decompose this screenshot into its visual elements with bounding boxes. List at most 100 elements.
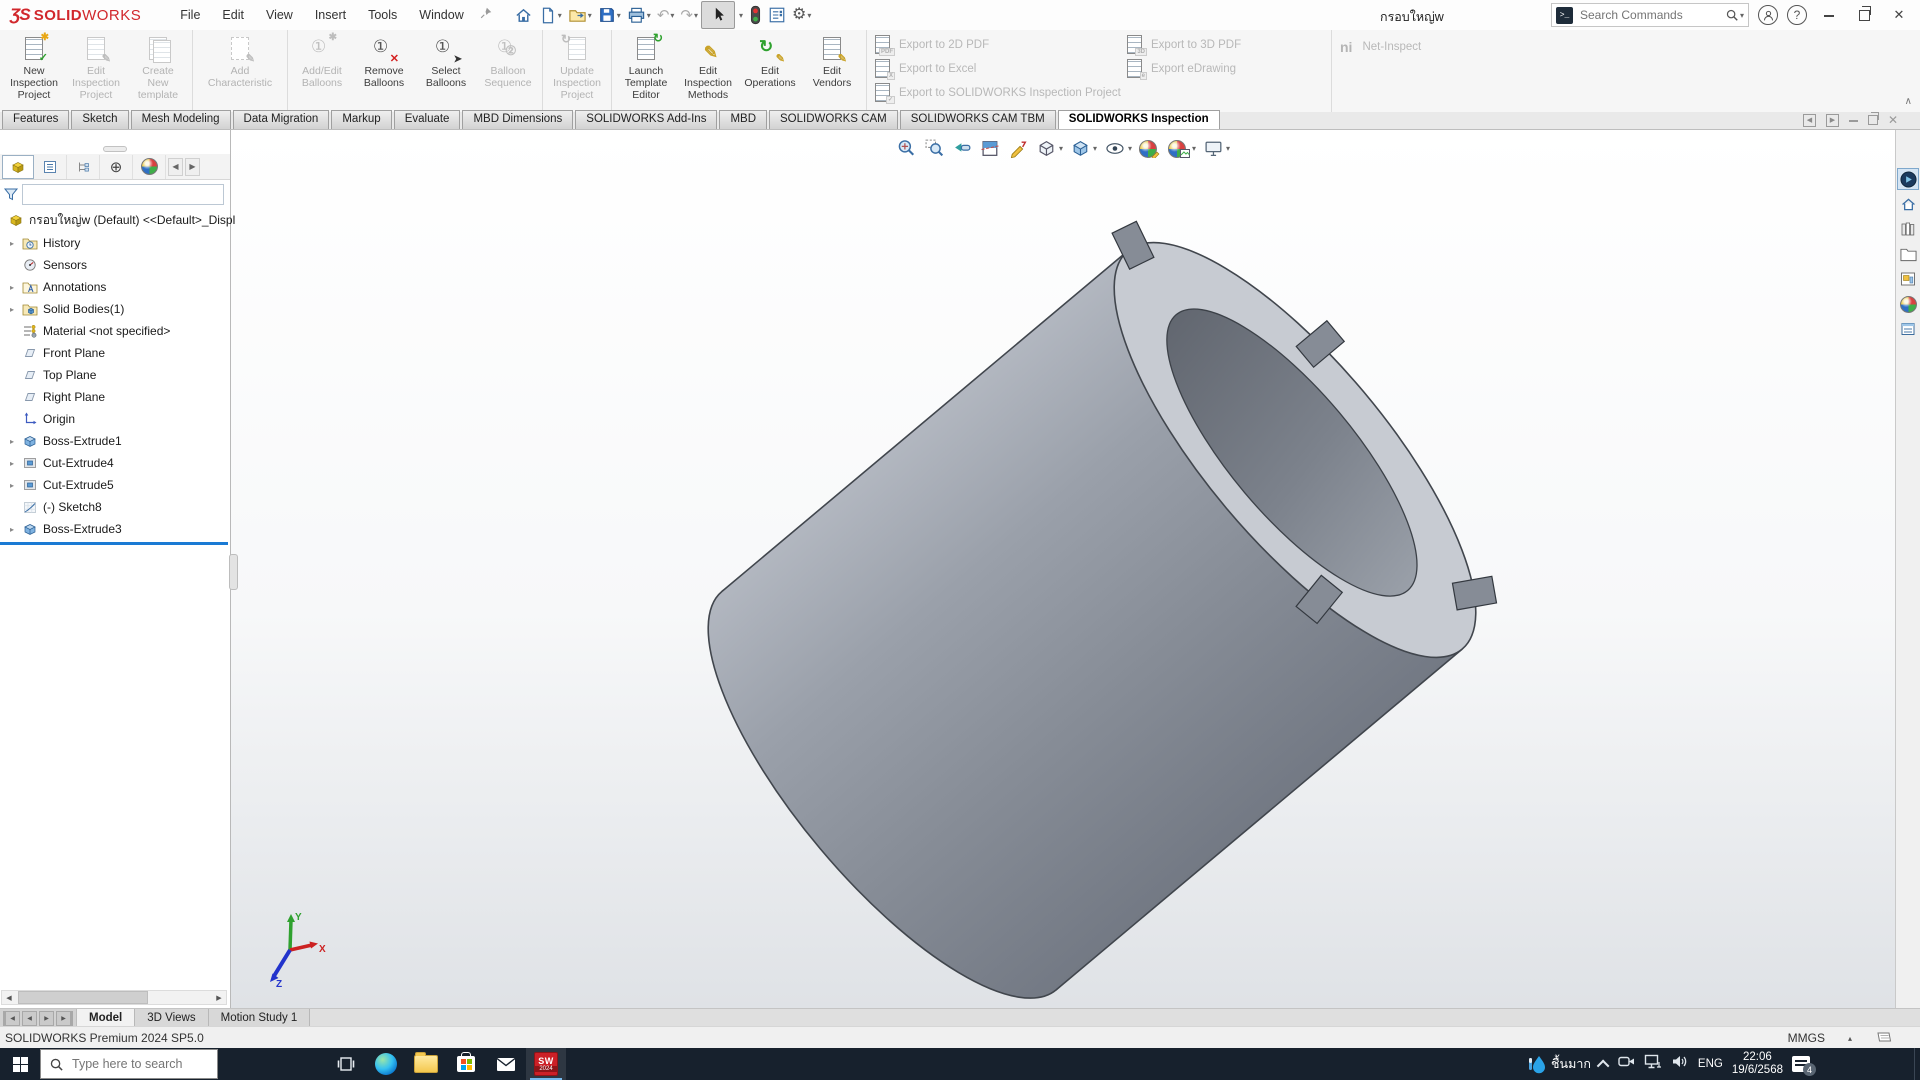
add-characteristic-button[interactable]: ✎ Add Characteristic [196,32,284,89]
tree-item-material[interactable]: Material <not specified> [0,320,230,342]
save-button[interactable]: ▾ [595,2,624,28]
options-list-button[interactable] [765,2,789,28]
doc-close-button[interactable]: ✕ [1888,113,1898,127]
minimize-button[interactable] [1816,4,1842,26]
edit-vendors-button[interactable]: ✎ Edit Vendors [801,32,863,89]
tab-solidworks-add-ins[interactable]: SOLIDWORKS Add-Ins [575,110,717,129]
tab-property-manager[interactable] [34,155,67,179]
unit-system-label[interactable]: MMGS [1788,1031,1825,1045]
menu-insert[interactable]: Insert [304,2,357,28]
filter-funnel-icon[interactable] [3,186,19,202]
tab-configuration-manager[interactable] [67,155,100,179]
menu-tools[interactable]: Tools [357,2,408,28]
view-palette-icon[interactable] [1897,268,1919,290]
custom-properties-icon[interactable] [1897,318,1919,340]
caret-down-icon[interactable]: ▾ [670,11,674,20]
balloon-sequence-button[interactable]: ①② Balloon Sequence [477,32,539,89]
caret-down-icon[interactable]: ▾ [588,11,592,20]
tree-item-history[interactable]: ▸History [0,232,230,254]
home-button[interactable] [511,2,536,28]
menu-view[interactable]: View [255,2,304,28]
volume-icon[interactable] [1671,1054,1689,1074]
action-center-icon[interactable]: 4 [1792,1056,1810,1072]
microsoft-store-icon[interactable] [446,1048,486,1080]
weather-widget[interactable]: ชื้นมาก [1528,1054,1591,1074]
tree-item-sketch8[interactable]: (-) Sketch8 [0,496,230,518]
unit-system-caret[interactable]: ▴ [1848,1034,1852,1043]
tab-mbd-dimensions[interactable]: MBD Dimensions [462,110,573,129]
open-document-button[interactable]: ▾ [565,2,595,28]
file-explorer-taskbar-icon[interactable] [406,1048,446,1080]
tree-item-top-plane[interactable]: Top Plane [0,364,230,386]
tab-mesh-modeling[interactable]: Mesh Modeling [131,110,231,129]
tree-item-boss-extrude3[interactable]: ▸Boss-Extrude3 [0,518,230,540]
tab-evaluate[interactable]: Evaluate [394,110,461,129]
design-library-icon[interactable] [1897,218,1919,240]
3dexperience-icon[interactable] [1897,168,1919,190]
caret-down-icon[interactable]: ▾ [694,11,698,20]
create-new-template-button[interactable]: Create New template [127,32,189,101]
tab-3d-views[interactable]: 3D Views [135,1009,208,1027]
tree-filter-input[interactable] [22,184,224,205]
tree-item-sensors[interactable]: Sensors [0,254,230,276]
close-button[interactable]: ✕ [1886,4,1912,26]
update-inspection-project-button[interactable]: ↻ Update Inspection Project [546,32,608,101]
edit-inspection-methods-button[interactable]: ✎ Edit Inspection Methods [677,32,739,101]
tree-root-item[interactable]: กรอบใหญ่w (Default) <<Default>_Displ [4,210,304,230]
export-to-excel-button[interactable]: X Export to Excel [873,58,1125,79]
taskbar-clock[interactable]: 22:0619/6/2568 [1732,1051,1783,1077]
file-explorer-icon[interactable] [1897,243,1919,265]
graphics-area[interactable]: ▾ ▾ ▾ ▾ ▾ [230,130,1896,1008]
collapse-left-pane-icon[interactable]: ◀ [1803,114,1816,127]
tab-motion-study-1[interactable]: Motion Study 1 [209,1009,311,1027]
caret-down-icon[interactable]: ▾ [558,11,562,20]
expand-arrow-icon[interactable]: ▸ [6,481,18,490]
caret-down-icon[interactable]: ▾ [807,11,811,20]
expand-arrow-icon[interactable]: ▸ [6,459,18,468]
restore-button[interactable] [1851,4,1877,26]
tab-solidworks-cam[interactable]: SOLIDWORKS CAM [769,110,898,129]
show-desktop-button[interactable] [1914,1048,1920,1080]
language-indicator[interactable]: ENG [1698,1058,1723,1070]
scroll-right-arrow[interactable]: ▶ [212,994,226,1002]
edit-inspection-project-button[interactable]: ✎ Edit Inspection Project [65,32,127,101]
network-icon[interactable] [1644,1054,1662,1074]
export-to-2d-pdf-button[interactable]: PDF Export to 2D PDF [873,34,1125,55]
undo-button[interactable]: ↶▾ [654,2,678,28]
tab-solidworks-cam-tbm[interactable]: SOLIDWORKS CAM TBM [900,110,1056,129]
select-tool-button[interactable] [701,1,735,29]
menu-file[interactable]: File [169,2,211,28]
first-tab-button[interactable]: ◀ [3,1011,20,1026]
tabs-scroll-right[interactable]: ▶ [185,158,200,176]
expand-arrow-icon[interactable]: ▸ [6,305,18,314]
edge-browser-icon[interactable] [366,1048,406,1080]
redo-button[interactable]: ↷▾ [677,2,701,28]
scroll-thumb[interactable] [18,991,148,1004]
pin-menu-icon[interactable] [479,6,493,25]
export-edrawing-button[interactable]: e Export eDrawing [1125,58,1325,79]
tab-data-migration[interactable]: Data Migration [233,110,330,129]
caret-down-icon[interactable]: ▾ [647,11,651,20]
print-button[interactable]: ▾ [624,2,654,28]
search-icon[interactable] [1725,8,1739,22]
expand-arrow-icon[interactable]: ▸ [6,525,18,534]
menu-window[interactable]: Window [408,2,474,28]
tab-feature-manager[interactable] [2,155,34,179]
status-sheet-icon[interactable] [1876,1030,1892,1049]
task-view-button[interactable] [326,1048,366,1080]
tree-item-cut-extrude4[interactable]: ▸Cut-Extrude4 [0,452,230,474]
export-to-solidworks-inspection-project-button[interactable]: ✓ Export to SOLIDWORKS Inspection Projec… [873,82,1125,103]
meet-now-icon[interactable] [1618,1054,1635,1074]
doc-restore-button[interactable] [1868,115,1878,125]
tab-features[interactable]: Features [2,110,69,129]
collapse-right-pane-icon[interactable]: ▶ [1826,114,1839,127]
tabs-scroll-left[interactable]: ◀ [168,158,183,176]
caret-down-icon[interactable]: ▾ [617,11,621,20]
taskbar-search-box[interactable] [40,1049,218,1079]
hidden-icons-chevron[interactable] [1597,1059,1610,1072]
prev-tab-button[interactable]: ◀ [22,1011,37,1026]
tree-item-solid-bodies[interactable]: ▸Solid Bodies(1) [0,298,230,320]
tab-markup[interactable]: Markup [331,110,391,129]
new-document-button[interactable]: ▾ [536,2,565,28]
tree-item-annotations[interactable]: ▸Annotations [0,276,230,298]
